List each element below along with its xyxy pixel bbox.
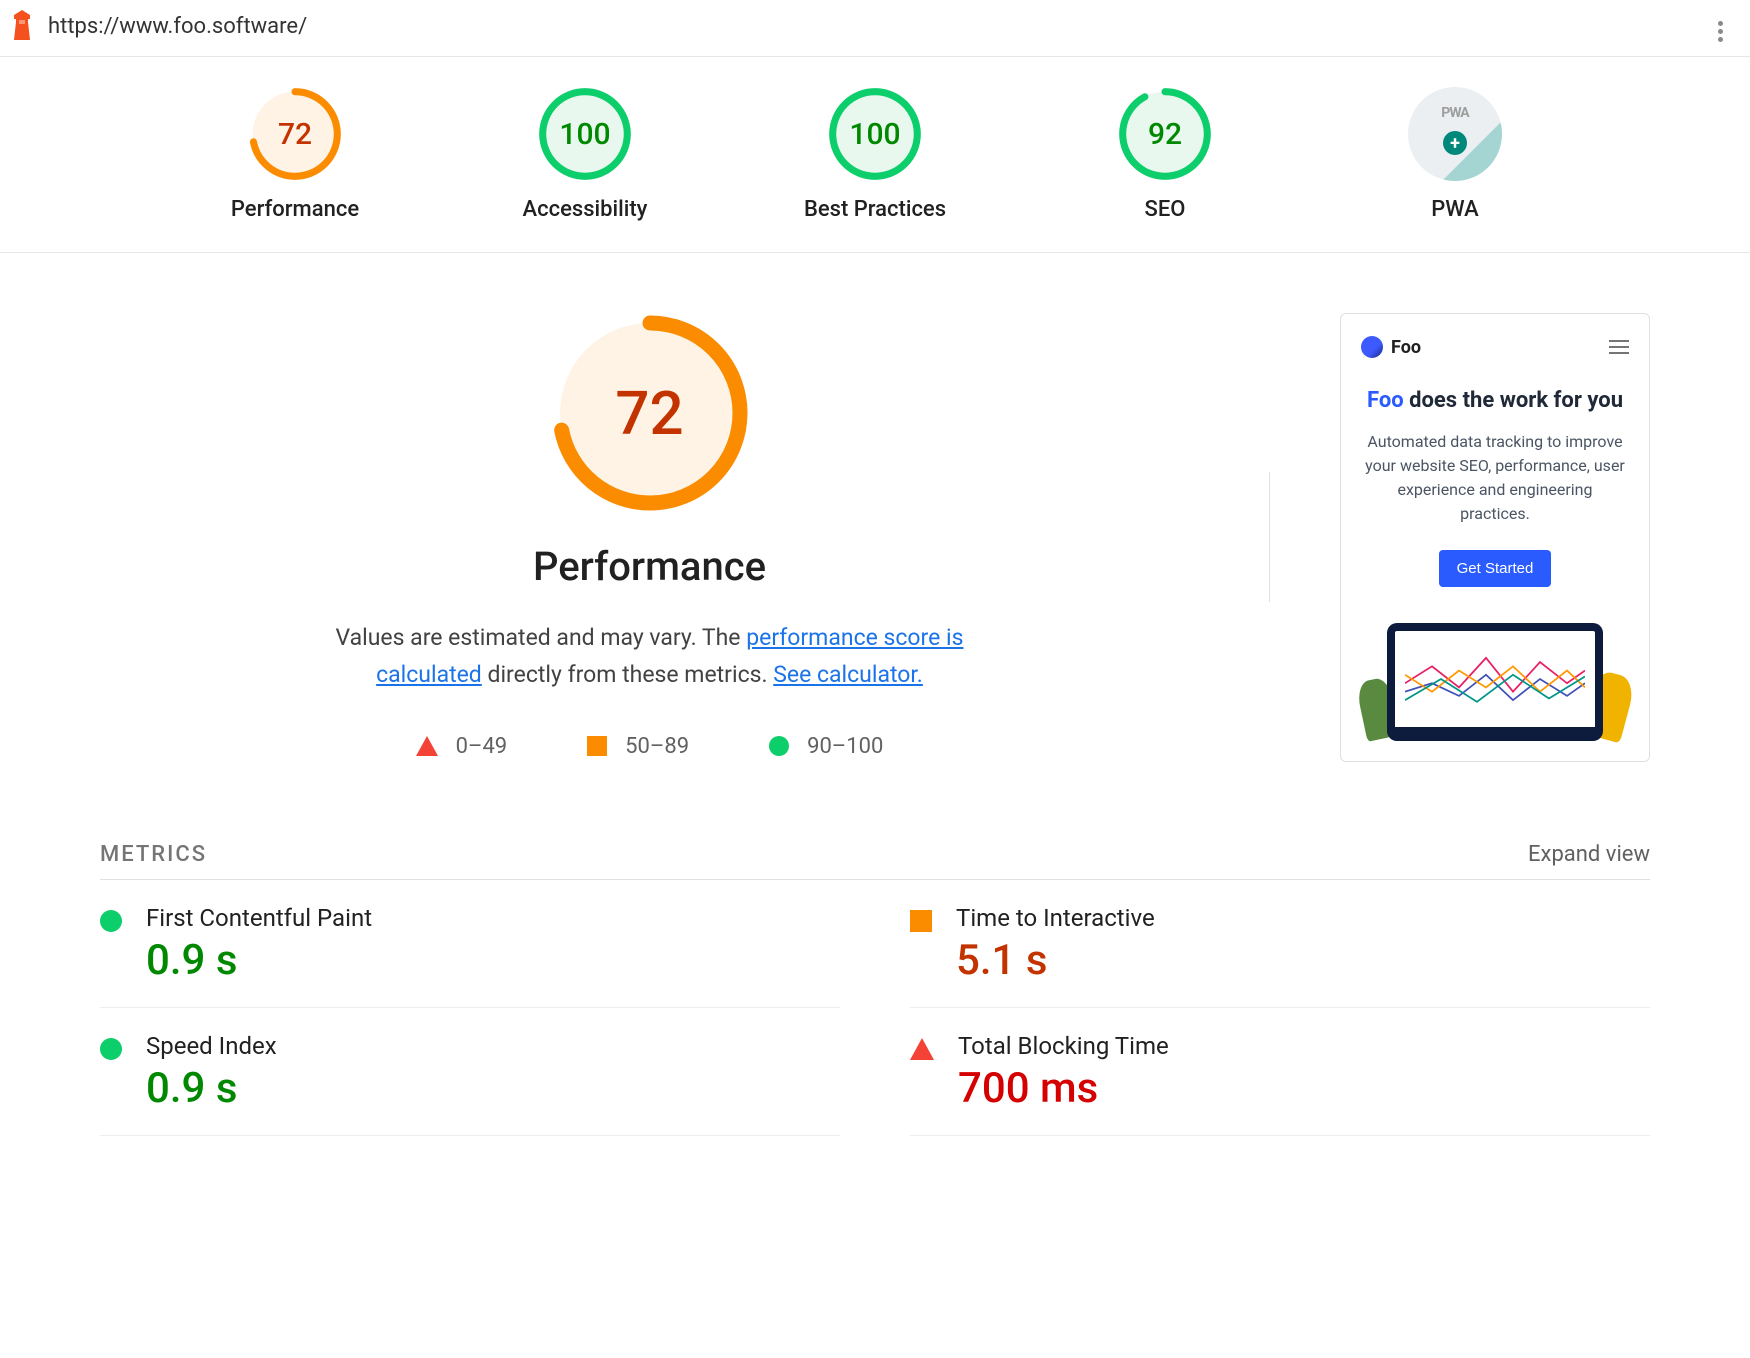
metric-value: 0.9 s [146, 936, 372, 985]
score-label: Performance [231, 197, 359, 222]
preview-illustration [1361, 617, 1629, 747]
gauge-performance: 72 [248, 87, 342, 181]
metric-name: Total Blocking Time [958, 1032, 1169, 1060]
performance-hero: 72 Performance Values are estimated and … [100, 313, 1199, 759]
score-label: PWA [1431, 197, 1479, 222]
triangle-icon [416, 736, 438, 756]
score-value: 100 [828, 87, 922, 181]
metric-time-to-interactive: Time to Interactive 5.1 s [910, 880, 1650, 1008]
gauge-best-practices: 100 [828, 87, 922, 181]
score-label: Best Practices [804, 197, 946, 222]
performance-description: Values are estimated and may vary. The p… [310, 620, 990, 694]
pwa-icon-label: PWA [1408, 105, 1502, 121]
score-seo[interactable]: 92 SEO [1085, 87, 1245, 222]
pwa-plus-icon: + [1443, 131, 1467, 155]
report-header: https://www.foo.software/ [0, 0, 1750, 57]
metric-speed-index: Speed Index 0.9 s [100, 1008, 840, 1136]
metrics-grid: First Contentful Paint 0.9 s Time to Int… [100, 880, 1650, 1136]
desc-text: Values are estimated and may vary. The [336, 624, 747, 651]
score-accessibility[interactable]: 100 Accessibility [505, 87, 665, 222]
circle-icon [769, 736, 789, 756]
square-icon [910, 910, 932, 932]
score-label: SEO [1145, 197, 1186, 222]
kebab-icon [1718, 21, 1723, 42]
link-see-calculator[interactable]: See calculator. [773, 661, 923, 688]
report-menu-button[interactable] [1706, 11, 1734, 42]
score-performance[interactable]: 72 Performance [215, 87, 375, 222]
square-icon [587, 736, 607, 756]
metric-first-contentful-paint: First Contentful Paint 0.9 s [100, 880, 840, 1008]
vertical-divider [1269, 472, 1270, 602]
metric-value: 5.1 s [956, 936, 1155, 985]
metric-total-blocking-time: Total Blocking Time 700 ms [910, 1008, 1650, 1136]
preview-body: Automated data tracking to improve your … [1361, 430, 1629, 526]
page-screenshot-preview: Foo Foo does the work for you Automated … [1340, 313, 1650, 762]
preview-headline-accent: Foo [1367, 388, 1404, 413]
preview-headline-rest: does the work for you [1404, 388, 1623, 413]
performance-hero-row: 72 Performance Values are estimated and … [100, 313, 1650, 762]
legend-range: 50–89 [625, 734, 689, 759]
tested-url: https://www.foo.software/ [48, 14, 1706, 39]
circle-icon [100, 1038, 122, 1060]
lighthouse-icon [10, 10, 34, 42]
gauge-accessibility: 100 [538, 87, 632, 181]
preview-brand: Foo [1361, 336, 1421, 358]
score-label: Accessibility [523, 197, 648, 222]
performance-title: Performance [533, 543, 766, 590]
performance-score-large: 72 [550, 313, 750, 513]
score-best-practices[interactable]: 100 Best Practices [795, 87, 955, 222]
metric-value: 700 ms [958, 1064, 1169, 1113]
report-body: 72 Performance Values are estimated and … [0, 253, 1750, 1166]
preview-brand-name: Foo [1391, 337, 1421, 358]
metric-name: Speed Index [146, 1032, 277, 1060]
score-value: 100 [538, 87, 632, 181]
score-value: 92 [1118, 87, 1212, 181]
score-summary-row: 72 Performance 100 Accessibility 100 Bes… [0, 57, 1750, 253]
pwa-badge: PWA + [1408, 87, 1502, 181]
circle-icon [100, 910, 122, 932]
gauge-seo: 92 [1118, 87, 1212, 181]
expand-view-toggle[interactable]: Expand view [1528, 842, 1650, 867]
preview-cta-button: Get Started [1439, 550, 1552, 587]
metric-name: Time to Interactive [956, 904, 1155, 932]
metrics-title: METRICS [100, 842, 207, 867]
metric-value: 0.9 s [146, 1064, 277, 1113]
desc-text: directly from these metrics. [482, 661, 773, 688]
gauge-performance-large: 72 [550, 313, 750, 513]
legend-range: 90–100 [807, 734, 883, 759]
preview-headline: Foo does the work for you [1361, 386, 1629, 416]
legend-pass: 90–100 [769, 734, 883, 759]
legend-average: 50–89 [587, 734, 689, 759]
score-pwa[interactable]: PWA + PWA [1375, 87, 1535, 222]
score-value: 72 [248, 87, 342, 181]
foo-logo-icon [1361, 336, 1383, 358]
score-legend: 0–49 50–89 90–100 [416, 734, 884, 759]
metric-name: First Contentful Paint [146, 904, 372, 932]
laptop-icon [1387, 623, 1603, 741]
legend-fail: 0–49 [416, 734, 508, 759]
triangle-icon [910, 1038, 934, 1060]
hamburger-icon [1609, 340, 1629, 354]
metrics-header: METRICS Expand view [100, 842, 1650, 880]
legend-range: 0–49 [456, 734, 508, 759]
